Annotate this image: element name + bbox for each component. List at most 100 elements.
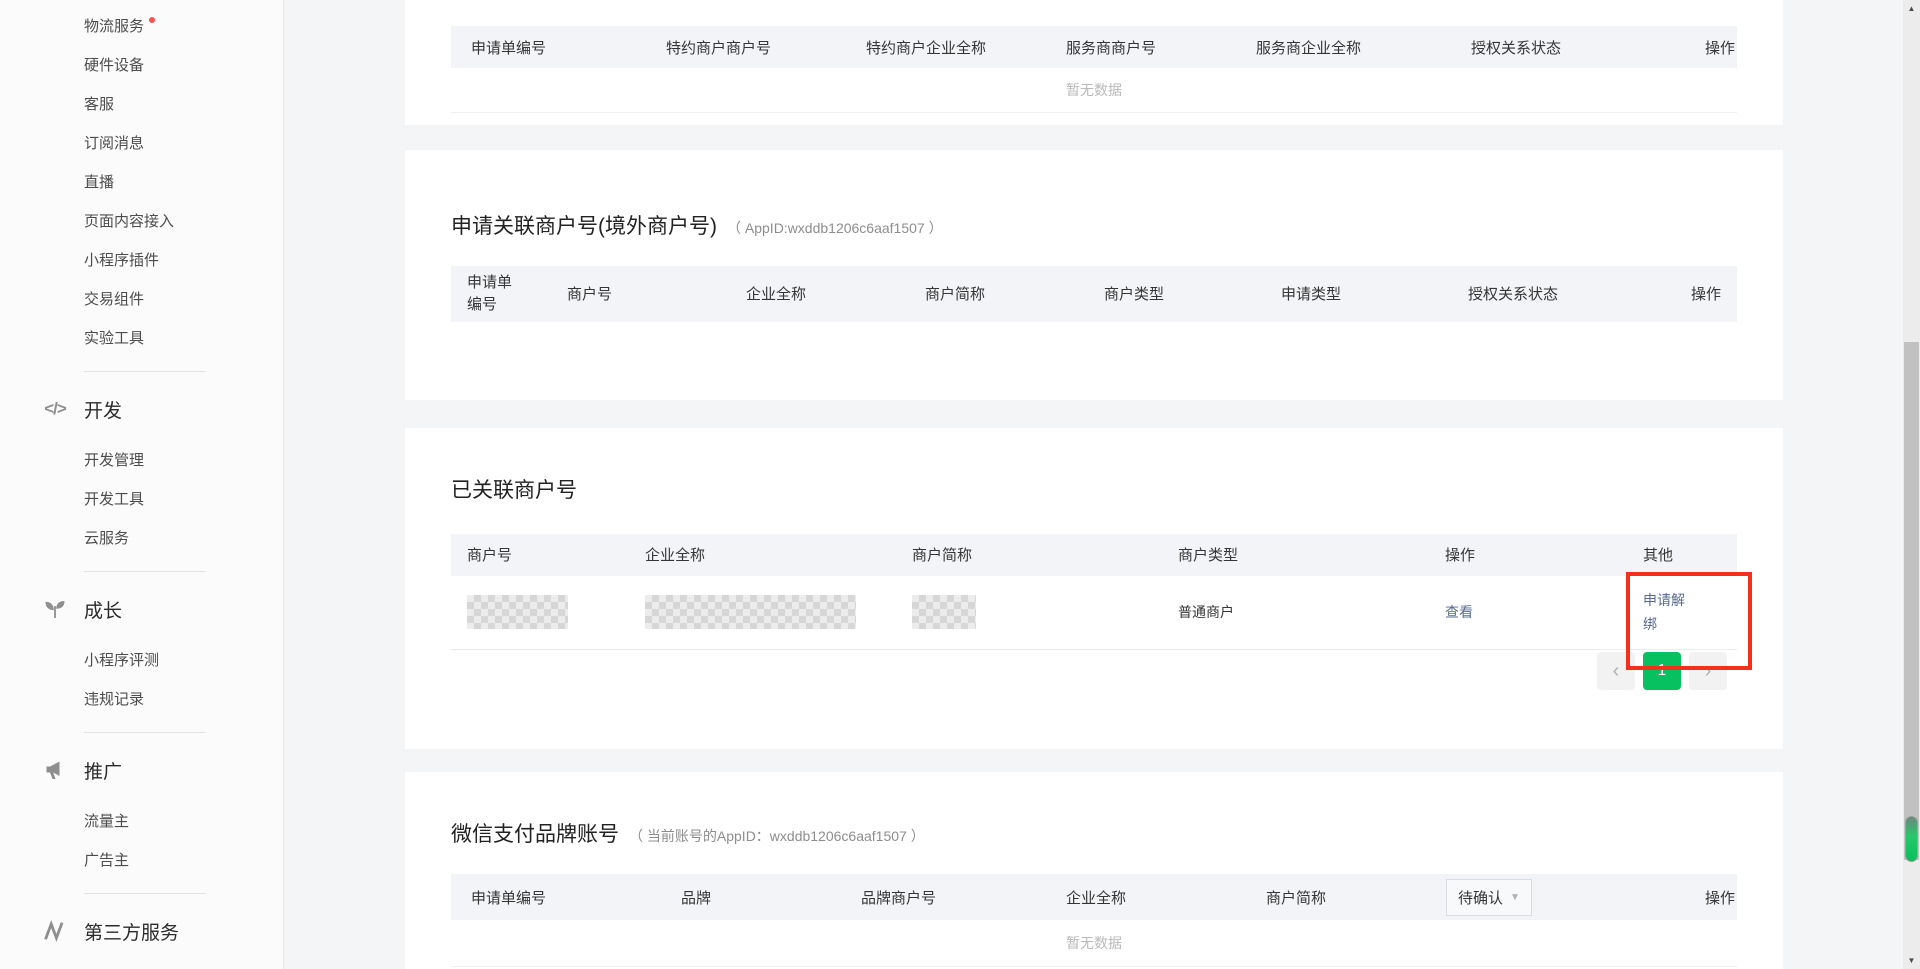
authorization-table: 申请单编号 特约商户商户号 特约商户企业全称 服务商商户号 服务商企业全称 授权… (451, 26, 1737, 113)
redacted-company-name (645, 595, 856, 629)
table-header-row: 申请单编号 品牌 品牌商户号 企业全称 商户简称 待确认 ▼ 操作 (451, 874, 1737, 920)
col-header: 申请单编号 (451, 874, 661, 920)
redacted-merchant-id (467, 595, 568, 629)
section-title: 申请关联商户号(境外商户号) (451, 210, 717, 240)
merchant-shortname-cell (896, 576, 1162, 650)
section-title: 已关联商户号 (451, 474, 577, 504)
other-cell: 申请解绑 (1627, 576, 1737, 650)
col-header: 品牌商户号 (841, 874, 1046, 920)
col-header: 服务商商户号 (1046, 26, 1236, 68)
chevron-down-icon: ▼ (1510, 892, 1520, 903)
scrollbar-thumb[interactable] (1904, 342, 1919, 860)
col-header: 品牌 (661, 874, 841, 920)
col-header: 商户简称 (909, 266, 1088, 322)
megaphone-icon (42, 757, 68, 783)
status-filter-dropdown[interactable]: 待确认 ▼ (1446, 879, 1532, 916)
col-header: 企业全称 (629, 534, 896, 576)
col-header: 商户号 (451, 534, 629, 576)
sidebar-item-page-content[interactable]: 页面内容接入 (0, 201, 283, 240)
card-authorization-table: 申请单编号 特约商户商户号 特约商户企业全称 服务商商户号 服务商企业全称 授权… (405, 0, 1783, 125)
sidebar-item-hardware[interactable]: 硬件设备 (0, 45, 283, 84)
col-header: 商户号 (551, 266, 730, 322)
col-header: 特约商户企业全称 (846, 26, 1046, 68)
sidebar-item-violation-record[interactable]: 违规记录 (0, 679, 283, 718)
brand-account-table: 申请单编号 品牌 品牌商户号 企业全称 商户简称 待确认 ▼ 操作 暂无数据 (451, 874, 1737, 967)
third-party-icon (42, 918, 68, 944)
sidebar-divider (84, 732, 206, 733)
sidebar-divider (84, 571, 206, 572)
action-cell: 查看 (1429, 576, 1627, 650)
col-header: 商户类型 (1162, 534, 1429, 576)
sidebar-item-cloud-service[interactable]: 云服务 (0, 518, 283, 557)
sidebar-item-dev-tools[interactable]: 开发工具 (0, 479, 283, 518)
sidebar-divider (84, 893, 206, 894)
view-link[interactable]: 查看 (1445, 604, 1473, 620)
sidebar-item-mp-evaluation[interactable]: 小程序评测 (0, 640, 283, 679)
sidebar-item-traffic-owner[interactable]: 流量主 (0, 801, 283, 840)
sidebar-section-growth[interactable]: 成长 (0, 586, 283, 632)
table-row: 普通商户 查看 申请解绑 (451, 576, 1737, 650)
col-header: 授权关系状态 (1451, 26, 1631, 68)
col-header: 操作 (1652, 266, 1737, 322)
col-header: 操作 (1631, 874, 1737, 920)
col-header: 企业全称 (730, 266, 909, 322)
redacted-shortname (912, 595, 976, 629)
sidebar-item-lab-tools[interactable]: 实验工具 (0, 318, 283, 357)
col-header-filter: 待确认 ▼ (1431, 874, 1631, 920)
sidebar-item-dev-manage[interactable]: 开发管理 (0, 440, 283, 479)
sidebar-item-subscribe-message[interactable]: 订阅消息 (0, 123, 283, 162)
sidebar-item-label: 物流服务 (84, 15, 144, 36)
col-header: 特约商户商户号 (646, 26, 846, 68)
table-header-row: 商户号 企业全称 商户简称 商户类型 操作 其他 (451, 534, 1737, 576)
sidebar-item-logistics[interactable]: 物流服务 (0, 6, 283, 45)
sprout-icon (42, 596, 68, 622)
no-data-text: 暂无数据 (451, 920, 1737, 966)
scroll-indicator (1905, 816, 1918, 862)
appid-text: （ 当前账号的AppID：wxddb1206c6aaf1507 ） (629, 826, 925, 846)
sidebar-section-promotion[interactable]: 推广 (0, 747, 283, 793)
pagination-next-button[interactable]: › (1689, 652, 1727, 690)
merchant-type-cell: 普通商户 (1162, 576, 1429, 650)
sidebar-item-customer-service[interactable]: 客服 (0, 84, 283, 123)
sidebar-divider (84, 371, 206, 372)
sidebar-section-third-party[interactable]: 第三方服务 (0, 908, 283, 954)
scrollbar-down-arrow[interactable]: ▼ (1903, 952, 1920, 969)
vertical-scrollbar[interactable]: ▲ ▼ (1903, 0, 1920, 969)
empty-row: 暂无数据 (451, 920, 1737, 966)
empty-row: 暂无数据 (451, 68, 1737, 112)
table-header-row: 申请单编号 商户号 企业全称 商户简称 商户类型 申请类型 授权关系状态 操作 (451, 266, 1737, 322)
col-header: 商户简称 (896, 534, 1162, 576)
company-name-cell (629, 576, 896, 650)
sidebar-item-advertiser[interactable]: 广告主 (0, 840, 283, 879)
sidebar-section-develop[interactable]: </> 开发 (0, 386, 283, 432)
sidebar-item-trade-component[interactable]: 交易组件 (0, 279, 283, 318)
linked-merchant-table: 商户号 企业全称 商户简称 商户类型 操作 其他 普通商户 查看 申请解绑 (451, 534, 1737, 651)
col-header: 申请单编号 (451, 26, 646, 68)
card-linked-merchant: 已关联商户号 商户号 企业全称 商户简称 商户类型 操作 其他 普通商户 查看 … (405, 428, 1783, 750)
unbind-link[interactable]: 申请解绑 (1643, 592, 1685, 632)
col-header: 商户简称 (1246, 874, 1431, 920)
appid-text: （ AppID:wxddb1206c6aaf1507 ） (727, 218, 943, 238)
col-header: 商户类型 (1088, 266, 1265, 322)
overseas-merchant-table: 申请单编号 商户号 企业全称 商户简称 商户类型 申请类型 授权关系状态 操作 (451, 266, 1737, 322)
table-header-row: 申请单编号 特约商户商户号 特约商户企业全称 服务商商户号 服务商企业全称 授权… (451, 26, 1737, 68)
col-header: 操作 (1429, 534, 1627, 576)
section-title: 微信支付品牌账号 (451, 818, 619, 848)
scrollbar-up-arrow[interactable]: ▲ (1903, 0, 1920, 17)
pagination: ‹ 1 › (451, 652, 1727, 690)
col-header: 服务商企业全称 (1236, 26, 1451, 68)
col-header: 申请类型 (1265, 266, 1452, 322)
col-header: 操作 (1631, 26, 1737, 68)
sidebar-item-plugin[interactable]: 小程序插件 (0, 240, 283, 279)
no-data-text: 暂无数据 (451, 68, 1737, 112)
merchant-id-cell (451, 576, 629, 650)
card-brand-account: 微信支付品牌账号 （ 当前账号的AppID：wxddb1206c6aaf1507… (405, 772, 1783, 969)
card-overseas-merchant: 申请关联商户号(境外商户号) （ AppID:wxddb1206c6aaf150… (405, 150, 1783, 400)
col-header: 申请单编号 (451, 266, 551, 322)
sidebar: 物流服务 硬件设备 客服 订阅消息 直播 页面内容接入 小程序插件 交易组件 实… (0, 0, 284, 969)
pagination-prev-button[interactable]: ‹ (1597, 652, 1635, 690)
new-badge-dot (149, 17, 155, 23)
main-content: 申请单编号 特约商户商户号 特约商户企业全称 服务商商户号 服务商企业全称 授权… (285, 0, 1903, 969)
pagination-page-1-button[interactable]: 1 (1643, 652, 1681, 690)
sidebar-item-live[interactable]: 直播 (0, 162, 283, 201)
